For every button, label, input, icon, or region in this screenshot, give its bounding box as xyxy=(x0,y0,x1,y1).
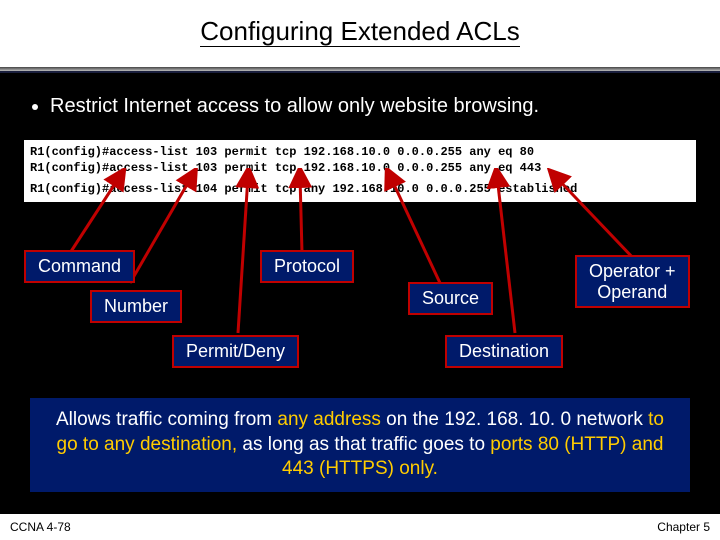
label-operator-operand: Operator + Operand xyxy=(575,255,690,308)
label-operator-l1: Operator + xyxy=(589,261,676,281)
slide-title: Configuring Extended ACLs xyxy=(0,0,720,67)
code-box: R1(config)#access-list 103 permit tcp 19… xyxy=(22,138,698,204)
label-protocol: Protocol xyxy=(260,250,354,283)
code-line-1: R1(config)#access-list 103 permit tcp 19… xyxy=(30,144,690,160)
bullet-item: Restrict Internet access to allow only w… xyxy=(50,95,688,118)
explain-t1: Allows traffic coming from xyxy=(56,409,277,430)
title-text: Configuring Extended ACLs xyxy=(200,16,519,47)
label-number: Number xyxy=(90,290,182,323)
footer-right: Chapter 5 xyxy=(657,520,710,534)
label-operator-l2: Operand xyxy=(597,282,667,302)
label-source: Source xyxy=(408,282,493,315)
footer-left: CCNA 4-78 xyxy=(10,520,71,534)
label-command-text: Command xyxy=(38,256,121,276)
label-permit-text: Permit/Deny xyxy=(186,341,285,361)
label-permit-deny: Permit/Deny xyxy=(172,335,299,368)
label-destination: Destination xyxy=(445,335,563,368)
bullet-area: Restrict Internet access to allow only w… xyxy=(0,73,720,132)
code-line-3: R1(config)#access-list 104 permit tcp an… xyxy=(30,181,690,197)
slide: Configuring Extended ACLs Restrict Inter… xyxy=(0,0,720,540)
label-destination-text: Destination xyxy=(459,341,549,361)
label-source-text: Source xyxy=(422,288,479,308)
explain-h1: any address xyxy=(277,409,381,430)
explain-box: Allows traffic coming from any address o… xyxy=(30,398,690,492)
label-protocol-text: Protocol xyxy=(274,256,340,276)
label-command: Command xyxy=(24,250,135,283)
label-number-text: Number xyxy=(104,296,168,316)
explain-t2: on the 192. 168. 10. 0 network xyxy=(381,409,648,430)
code-line-2: R1(config)#access-list 103 permit tcp 19… xyxy=(30,160,690,176)
footer: CCNA 4-78 Chapter 5 xyxy=(0,514,720,540)
explain-t3: as long as that traffic goes to xyxy=(237,434,490,455)
